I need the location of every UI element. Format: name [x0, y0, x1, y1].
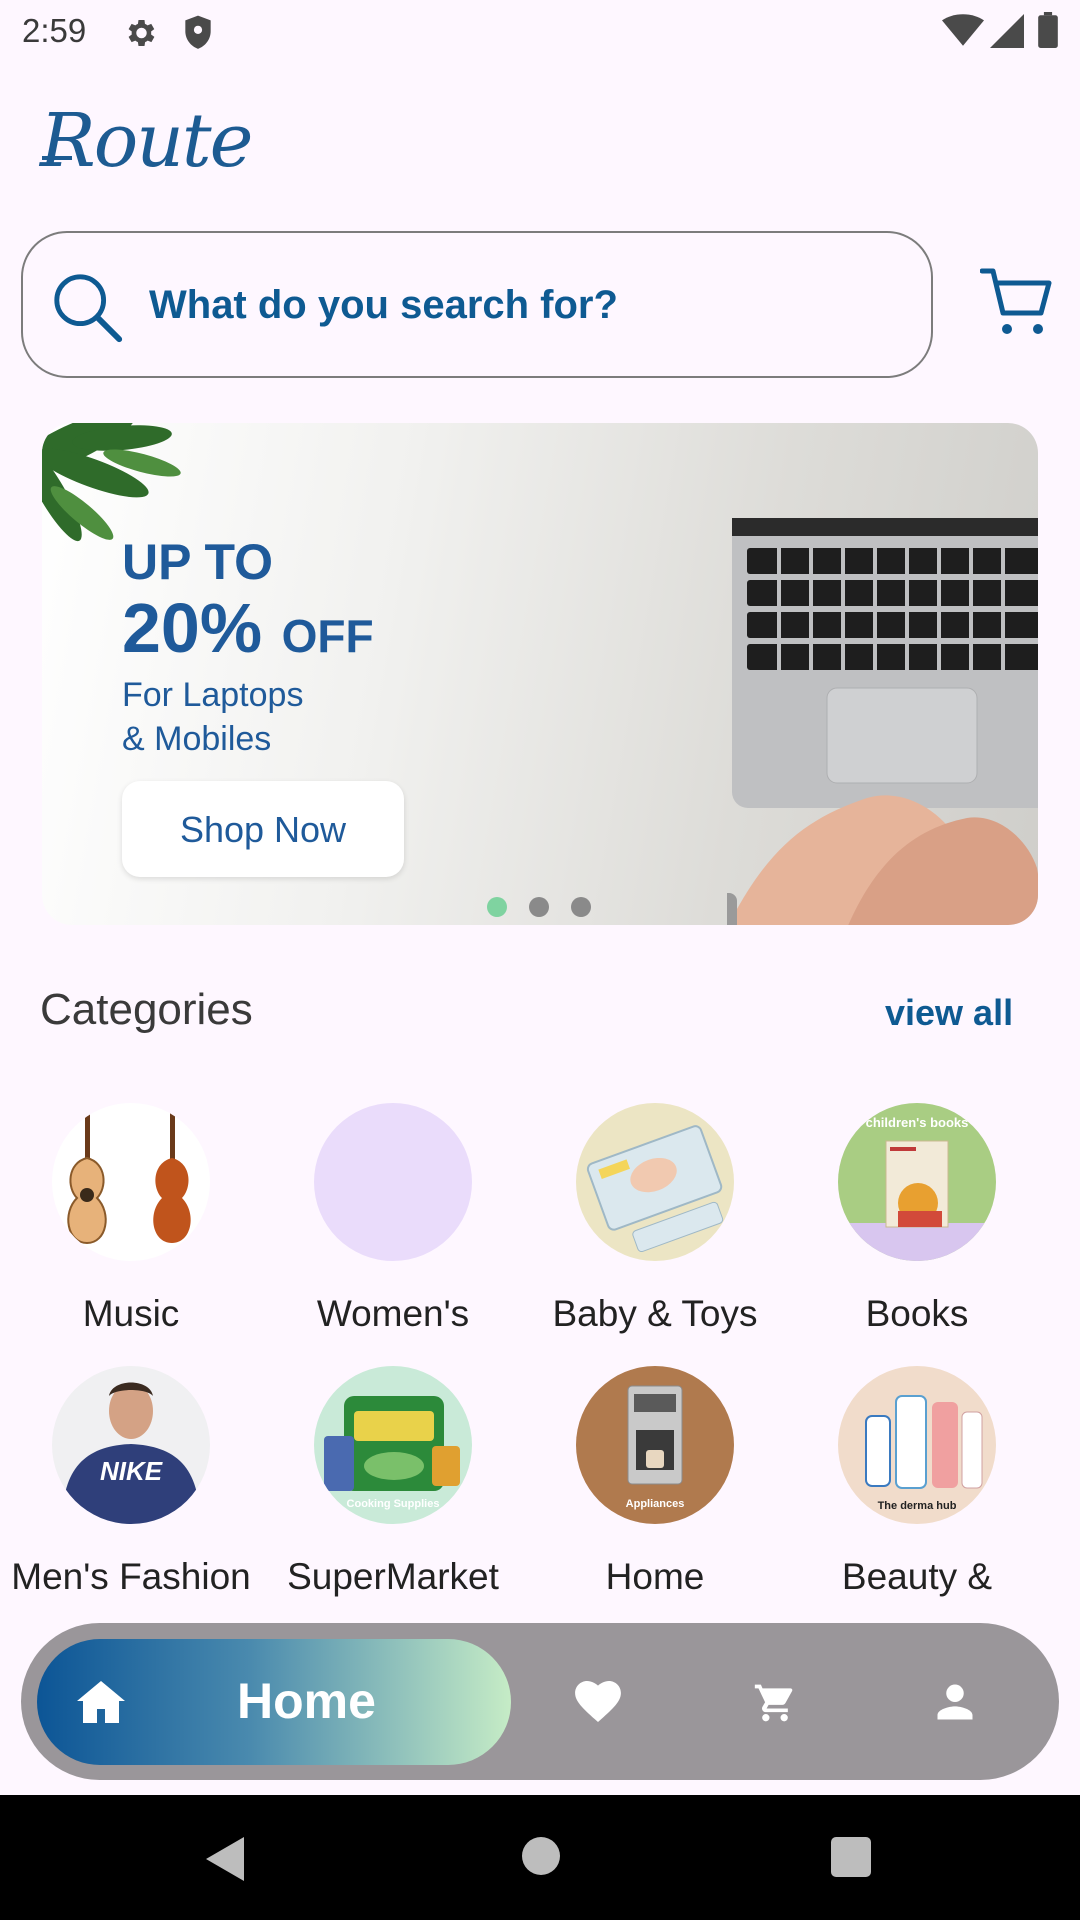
search-placeholder: What do you search for?	[149, 283, 618, 327]
settings-gear-icon	[122, 15, 158, 56]
page-dot-2[interactable]	[529, 897, 549, 917]
category-supermarket[interactable]: Cooking Supplies SuperMarket	[262, 1366, 524, 1598]
page-dot-1[interactable]	[487, 897, 507, 917]
banner-line-mobiles: & Mobiles	[122, 720, 272, 758]
nav-home-label: Home	[237, 1673, 376, 1729]
category-label: Books	[865, 1293, 969, 1334]
category-womens[interactable]: Women's	[262, 1103, 524, 1335]
banner-pagination	[487, 897, 591, 917]
category-label: SuperMarket	[287, 1556, 499, 1597]
cart-icon[interactable]	[979, 265, 1052, 344]
category-label: Beauty &	[841, 1556, 993, 1597]
category-image-text: Cooking Supplies	[346, 1498, 440, 1510]
banner-percent: 20%	[122, 589, 263, 667]
category-baby-toys[interactable]: Baby & Toys	[524, 1103, 786, 1335]
view-all-link[interactable]: view all	[885, 992, 1013, 1034]
promo-banner[interactable]: UP TO 20% OFF For Laptops & Mobiles Shop…	[42, 423, 1038, 925]
system-home-icon[interactable]	[522, 1837, 560, 1875]
banner-discount: 20% OFF	[122, 588, 374, 668]
battery-icon	[1038, 12, 1058, 53]
bottom-nav: Home	[21, 1623, 1059, 1780]
category-image: The derma hub	[838, 1366, 996, 1524]
category-beauty[interactable]: The derma hub Beauty &	[786, 1366, 1048, 1598]
category-label: Baby & Toys	[552, 1293, 758, 1334]
category-label: Women's	[316, 1293, 470, 1334]
cart-icon[interactable]	[752, 1681, 798, 1730]
search-icon	[49, 269, 127, 352]
nav-home-tab[interactable]: Home	[37, 1639, 511, 1765]
banner-off: OFF	[281, 610, 374, 662]
category-image: NIKE	[52, 1366, 210, 1524]
back-icon[interactable]	[206, 1837, 244, 1886]
category-books[interactable]: children's books Books	[786, 1103, 1048, 1335]
recent-apps-icon[interactable]	[831, 1837, 871, 1877]
categories-title: Categories	[40, 985, 253, 1034]
page-dot-3[interactable]	[571, 897, 591, 917]
category-image-text: NIKE	[99, 1456, 163, 1486]
category-image-text: The derma hub	[877, 1500, 957, 1512]
system-nav-bar	[0, 1795, 1080, 1920]
category-image: children's books	[838, 1103, 996, 1261]
person-icon[interactable]	[934, 1681, 976, 1728]
status-time: 2:59	[22, 12, 87, 49]
category-label: Music	[82, 1293, 180, 1334]
category-mens-fashion[interactable]: NIKE Men's Fashion	[0, 1366, 262, 1598]
banner-line-laptops: For Laptops	[122, 676, 304, 714]
category-image: Appliances	[576, 1366, 734, 1524]
home-screen: 2:59 Route What do you search for? UP TO…	[0, 0, 1080, 1920]
app-logo: Route	[40, 98, 253, 184]
category-image	[314, 1103, 472, 1261]
signal-icon	[990, 14, 1024, 53]
shield-icon	[182, 14, 214, 57]
banner-subtitle: For Laptops & Mobiles	[122, 673, 303, 761]
heart-icon[interactable]	[575, 1681, 621, 1728]
shop-now-button[interactable]: Shop Now	[122, 781, 404, 877]
category-image	[52, 1103, 210, 1261]
laptop-hands-image	[727, 518, 1038, 925]
category-label: Home	[605, 1556, 705, 1597]
category-home[interactable]: Appliances Home	[524, 1366, 786, 1598]
category-label: Men's Fashion	[11, 1556, 251, 1597]
shop-now-label: Shop Now	[179, 809, 347, 850]
status-bar: 2:59	[0, 0, 1080, 64]
category-image: Cooking Supplies	[314, 1366, 472, 1524]
category-image	[576, 1103, 734, 1261]
home-icon	[77, 1678, 125, 1729]
category-music[interactable]: Music	[0, 1103, 262, 1335]
wifi-icon	[942, 14, 984, 51]
search-input[interactable]: What do you search for?	[21, 231, 933, 378]
category-image-text: Appliances	[625, 1498, 685, 1510]
banner-line-up-to: UP TO	[122, 534, 273, 590]
